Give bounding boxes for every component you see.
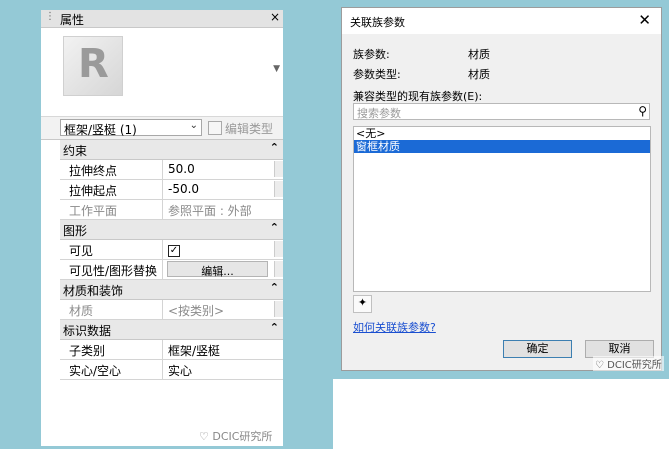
family-param-value: 材质 — [468, 48, 490, 61]
property-key: 可见 — [60, 240, 163, 259]
type-bar: 框架/竖梃 (1) ⌄ 编辑类型 — [41, 117, 283, 140]
grip-icon: ⋮ — [45, 11, 55, 22]
watermark-text: DCIC研究所 — [607, 360, 662, 371]
row-side-handle — [274, 161, 283, 177]
collapse-icon[interactable]: ⌃ — [270, 141, 279, 154]
list-item-selected[interactable]: 窗框材质 — [354, 140, 650, 153]
family-param-label: 族参数: — [353, 48, 390, 61]
row-visible[interactable]: 可见 ✓ — [60, 240, 283, 260]
properties-palette: ⋮ 属性 × R ▼ 框架/竖梃 (1) ⌄ 编辑类型 约束 ⌃ 拉伸终点 50… — [41, 10, 283, 446]
properties-title-bar[interactable]: ⋮ 属性 × — [41, 10, 283, 28]
material-value[interactable]: <按类别> — [165, 300, 273, 319]
family-logo: R — [63, 36, 123, 96]
type-preview: R ▼ — [41, 28, 283, 117]
properties-title: 属性 — [60, 13, 85, 27]
row-extrusion-start[interactable]: 拉伸起点 -50.0 — [60, 180, 283, 200]
extrusion-start-input[interactable]: -50.0 — [165, 180, 273, 199]
new-parameter-icon: ✦ — [357, 296, 368, 309]
watermark: ♡ DCIC研究所 — [593, 356, 664, 371]
chevron-down-icon[interactable]: ▼ — [273, 64, 280, 74]
close-icon[interactable]: × — [270, 10, 280, 24]
property-key: 子类别 — [60, 340, 163, 359]
row-work-plane: 工作平面 参照平面 : 外部 — [60, 200, 283, 220]
solid-void-value[interactable]: 实心 — [165, 360, 273, 379]
property-key: 实心/空心 — [60, 360, 163, 379]
collapse-icon[interactable]: ⌃ — [270, 221, 279, 234]
new-parameter-button[interactable]: ✦ — [353, 295, 372, 313]
row-extrusion-end[interactable]: 拉伸终点 50.0 — [60, 160, 283, 180]
close-icon[interactable]: ✕ — [638, 11, 651, 29]
extrusion-end-input[interactable]: 50.0 — [165, 160, 273, 179]
property-key: 可见性/图形替换 — [60, 260, 163, 279]
collapse-icon[interactable]: ⌃ — [270, 281, 279, 294]
edit-visibility-button[interactable]: 编辑... — [167, 261, 268, 278]
collapse-icon[interactable]: ⌃ — [270, 321, 279, 334]
param-type-label: 参数类型: — [353, 68, 401, 81]
associate-family-parameter-dialog: 关联族参数 ✕ 族参数: 材质 参数类型: 材质 兼容类型的现有族参数(E): … — [341, 7, 662, 371]
group-graphics[interactable]: 图形 ⌃ — [60, 220, 283, 240]
dialog-title: 关联族参数 — [350, 16, 405, 29]
group-label: 材质和装饰 — [63, 284, 124, 298]
group-identity-data[interactable]: 标识数据 ⌃ — [60, 320, 283, 340]
param-type-value: 材质 — [468, 68, 490, 81]
parameter-list[interactable]: <无> 窗框材质 — [353, 126, 651, 292]
search-icon[interactable]: ⚲ — [638, 104, 647, 118]
list-item[interactable]: <无> — [354, 127, 650, 140]
property-key: 拉伸终点 — [60, 160, 163, 179]
row-visibility-override[interactable]: 可见性/图形替换 编辑... — [60, 260, 283, 280]
row-side-handle — [274, 181, 283, 197]
visible-cell: ✓ — [165, 240, 273, 259]
property-key: 拉伸起点 — [60, 180, 163, 199]
row-subcategory[interactable]: 子类别 框架/竖梃 — [60, 340, 283, 360]
edit-type-label: 编辑类型 — [225, 122, 274, 136]
search-placeholder: 搜索参数 — [357, 107, 401, 120]
group-label: 标识数据 — [63, 324, 112, 338]
chevron-down-icon: ⌄ — [189, 120, 198, 131]
property-grid: 约束 ⌃ 拉伸终点 50.0 拉伸起点 -50.0 工作平面 参照平面 : 外部… — [60, 140, 283, 380]
edit-type-icon — [208, 121, 222, 135]
watermark: ♡ DCIC研究所 — [199, 430, 273, 443]
dialog-title-bar[interactable]: 关联族参数 ✕ — [342, 8, 661, 34]
help-link[interactable]: 如何关联族参数? — [353, 319, 436, 335]
row-side-handle — [274, 261, 283, 277]
logo-letter: R — [78, 41, 109, 87]
property-key: 材质 — [60, 300, 163, 319]
group-label: 图形 — [63, 224, 88, 238]
watermark-text: DCIC研究所 — [212, 430, 273, 443]
group-label: 约束 — [63, 144, 88, 158]
row-material[interactable]: 材质 <按类别> — [60, 300, 283, 320]
ok-button[interactable]: 确定 — [503, 340, 572, 358]
work-plane-value: 参照平面 : 外部 — [168, 204, 252, 218]
compatible-params-label: 兼容类型的现有族参数(E): — [353, 90, 483, 103]
search-input[interactable]: 搜索参数 ⚲ — [353, 103, 650, 120]
property-key: 工作平面 — [60, 200, 163, 219]
visible-checkbox[interactable]: ✓ — [168, 245, 180, 257]
row-solid-void[interactable]: 实心/空心 实心 — [60, 360, 283, 380]
type-selector-value: 框架/竖梃 (1) — [64, 123, 137, 137]
group-constraints[interactable]: 约束 ⌃ — [60, 140, 283, 160]
row-side-handle — [274, 241, 283, 257]
group-materials[interactable]: 材质和装饰 ⌃ — [60, 280, 283, 300]
associate-parameter-handle[interactable] — [274, 301, 283, 317]
type-selector[interactable]: 框架/竖梃 (1) ⌄ — [60, 119, 202, 137]
edit-type-button[interactable]: 编辑类型 — [208, 120, 273, 137]
subcategory-value[interactable]: 框架/竖梃 — [165, 340, 273, 359]
